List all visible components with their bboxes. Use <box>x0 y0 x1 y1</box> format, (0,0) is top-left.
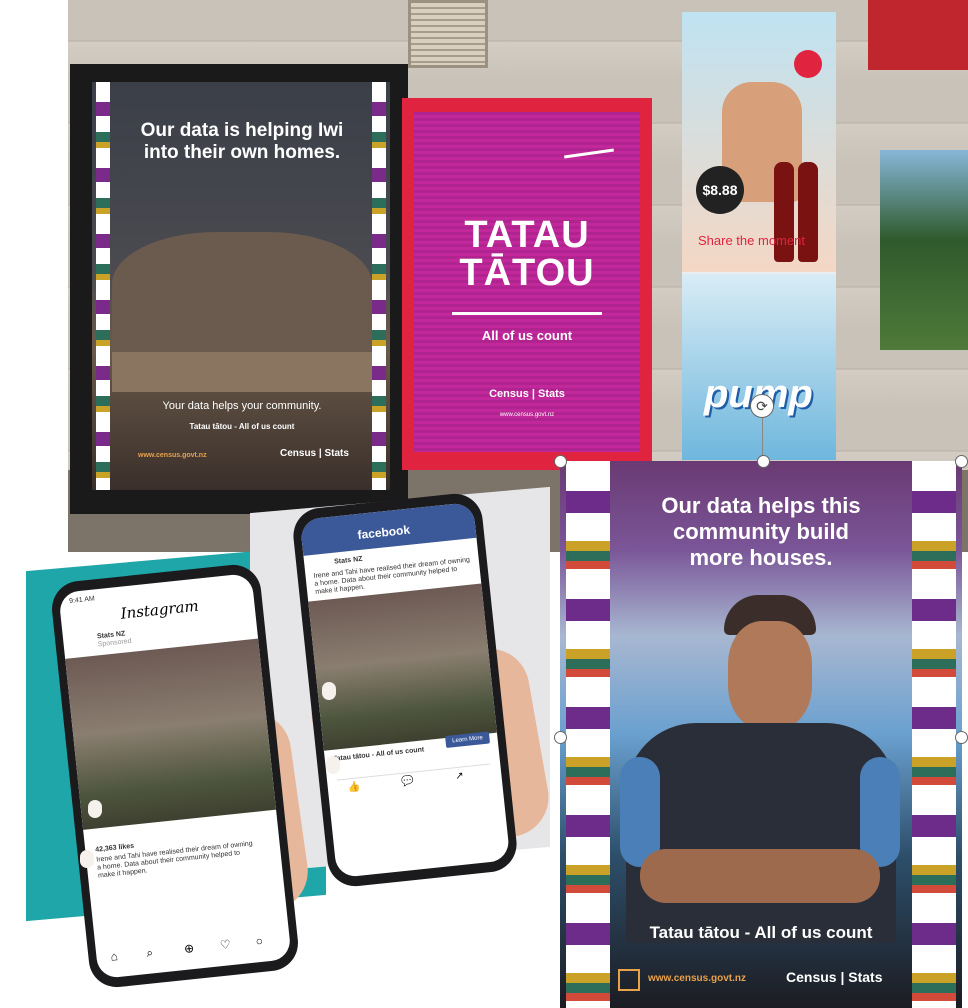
share-icon[interactable]: ↗ <box>455 770 464 782</box>
fingernail <box>322 682 336 700</box>
rotate-handle-icon[interactable]: ⟳ <box>750 394 774 418</box>
wall-vent <box>408 0 488 68</box>
iwi-poster-tagline: Your data helps your community. <box>162 400 322 412</box>
qr-square-icon <box>618 969 640 991</box>
fingernail <box>80 850 94 868</box>
like-icon[interactable]: 👍 <box>347 781 361 793</box>
man-sleeve-right <box>860 757 900 867</box>
poster-accent-line <box>564 148 614 159</box>
search-icon[interactable]: ⌕ <box>146 945 154 961</box>
iwi-poster-url: www.census.govt.nz <box>138 452 207 459</box>
build-poster-slogan: Tatau tātou - All of us count <box>649 923 873 942</box>
tatau-poster: TATAU TĀTOU All of us count Census | Sta… <box>402 98 652 470</box>
poster-pattern-right <box>372 82 386 490</box>
coke-price-badge: $8.88 <box>696 166 744 214</box>
tatau-subtitle: All of us count <box>481 328 573 343</box>
iwi-poster-artwork: Our data is helping Iwi into their own h… <box>92 82 390 490</box>
porch-steps <box>112 352 372 392</box>
fingernail <box>88 800 102 818</box>
man-crossed-arms <box>640 849 880 903</box>
build-houses-poster[interactable]: Our data helps this community build more… <box>560 461 962 1008</box>
phone-time: 9:41 AM <box>68 595 96 606</box>
headline-line2: community build <box>673 519 849 544</box>
poster-divider <box>452 312 602 315</box>
resize-handle-top-right[interactable] <box>955 455 968 468</box>
facebook-post-photo <box>308 583 497 751</box>
heart-icon[interactable]: ♡ <box>219 937 231 952</box>
tatau-url: www.census.govt.nz <box>499 412 555 418</box>
pump-ad <box>682 274 836 460</box>
rotate-handle-line <box>762 412 763 460</box>
trees-background <box>880 150 968 350</box>
resize-handle-top-left[interactable] <box>554 455 567 468</box>
fingernail <box>326 756 340 774</box>
instagram-logo: Instagram <box>119 596 200 623</box>
resize-handle-right[interactable] <box>955 731 968 744</box>
tatau-title-line1: TATAU <box>464 214 590 256</box>
tatau-poster-artwork: TATAU TĀTOU All of us count Census | Sta… <box>414 112 640 452</box>
instagram-phone: 9:41 AM Instagram Stats NZ Sponsored 42,… <box>49 562 301 990</box>
tatau-brand: Census | Stats <box>489 388 565 400</box>
profile-icon[interactable]: ○ <box>255 934 264 949</box>
build-poster-url: www.census.govt.nz <box>648 973 746 984</box>
iwi-poster: Our data is helping Iwi into their own h… <box>70 64 408 514</box>
resize-handle-top[interactable] <box>757 455 770 468</box>
add-post-icon[interactable]: ⊕ <box>183 941 194 956</box>
instagram-screen: 9:41 AM Instagram Stats NZ Sponsored 42,… <box>58 572 292 980</box>
home-icon[interactable]: ⌂ <box>110 949 119 964</box>
headline-line3: more houses. <box>689 545 833 570</box>
tatau-title-line2: TĀTOU <box>459 252 595 294</box>
comment-icon[interactable]: 💬 <box>401 776 415 788</box>
social-media-mockups: 9:41 AM Instagram Stats NZ Sponsored 42,… <box>0 470 560 1008</box>
poster-pattern-left <box>96 82 110 490</box>
coke-logo-icon <box>794 50 822 78</box>
resize-handle-left[interactable] <box>554 731 567 744</box>
man-face <box>728 621 812 729</box>
coke-banner: $8.88 Share the moment pump <box>682 12 836 460</box>
family-group-photo <box>112 232 372 362</box>
man-vest <box>626 723 896 943</box>
red-awning <box>868 0 968 70</box>
iwi-poster-brand: Census | Stats <box>280 448 349 459</box>
build-poster-headline: Our data helps this community build more… <box>600 493 922 571</box>
coke-slogan: Share the moment <box>698 233 805 248</box>
headline-line1: Our data helps this <box>661 493 861 518</box>
iwi-poster-slogan: Tatau tātou - All of us count <box>189 422 295 431</box>
facebook-account[interactable]: Stats NZ <box>334 556 363 567</box>
iwi-poster-headline: Our data is helping Iwi into their own h… <box>140 120 344 163</box>
build-poster-brand: Census | Stats <box>786 969 883 985</box>
tatau-title: TATAU TĀTOU <box>414 216 640 292</box>
